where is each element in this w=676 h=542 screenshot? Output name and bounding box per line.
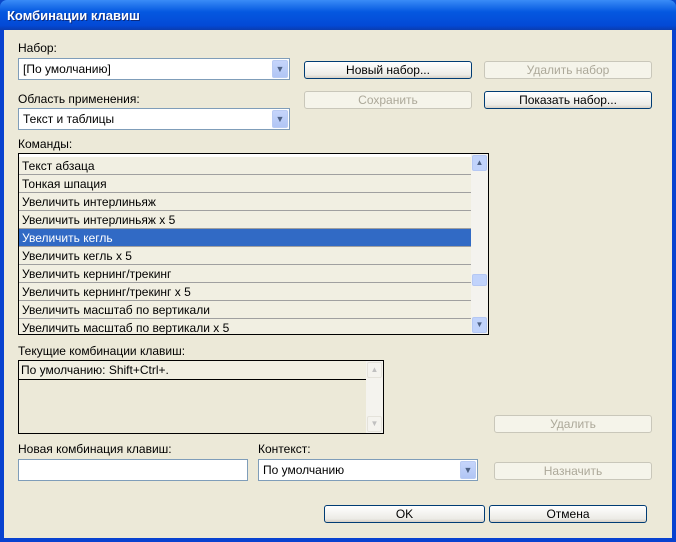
chevron-down-icon[interactable]: ▼	[460, 461, 476, 479]
assign-button[interactable]: Назначить	[494, 462, 652, 480]
list-item[interactable]: Увеличить кегль x 5	[19, 247, 471, 265]
list-item[interactable]: Увеличить масштаб по вертикали	[19, 301, 471, 319]
new-shortcut-label: Новая комбинация клавиш:	[18, 442, 172, 456]
new-shortcut-input[interactable]	[18, 459, 248, 481]
scroll-down-icon[interactable]: ▼	[472, 317, 487, 333]
current-shortcuts-list[interactable]: По умолчанию: Shift+Ctrl+. ▲ ▼	[18, 360, 384, 434]
scroll-up-icon[interactable]: ▲	[367, 362, 382, 378]
current-scrollbar[interactable]: ▲ ▼	[366, 361, 383, 433]
context-combo[interactable]: По умолчанию ▼	[258, 459, 478, 481]
chevron-down-icon[interactable]: ▼	[272, 110, 288, 128]
commands-scrollbar[interactable]: ▲ ▼	[471, 154, 488, 334]
commands-label: Команды:	[18, 137, 73, 151]
set-combo[interactable]: [По умолчанию] ▼	[18, 58, 290, 80]
new-set-button[interactable]: Новый набор...	[304, 61, 472, 79]
scope-label: Область применения:	[18, 92, 140, 106]
scroll-up-icon[interactable]: ▲	[472, 155, 487, 171]
list-item[interactable]: Увеличить интерлиньяж	[19, 193, 471, 211]
list-item[interactable]: Увеличить кернинг/трекинг	[19, 265, 471, 283]
list-item[interactable]: Тонкая шпация	[19, 175, 471, 193]
list-item[interactable]: Увеличить кегль	[19, 229, 471, 247]
show-set-button[interactable]: Показать набор...	[484, 91, 652, 109]
scroll-thumb[interactable]	[472, 274, 487, 286]
title-bar: Комбинации клавиш	[0, 0, 676, 30]
list-item[interactable]: Текст абзаца	[19, 157, 471, 175]
list-item[interactable]: Увеличить кернинг/трекинг x 5	[19, 283, 471, 301]
scroll-down-icon[interactable]: ▼	[367, 416, 382, 432]
cancel-button[interactable]: Отмена	[489, 505, 647, 523]
dialog-window: Комбинации клавиш Набор: [По умолчанию] ▼…	[0, 0, 676, 542]
commands-list[interactable]: Текст абзаца Тонкая шпация Увеличить интер…	[18, 153, 489, 335]
context-value: По умолчанию	[263, 463, 345, 477]
ok-button[interactable]: OK	[324, 505, 485, 523]
current-shortcuts-label: Текущие комбинации клавиш:	[18, 344, 186, 358]
set-label: Набор:	[18, 41, 57, 55]
chevron-down-icon[interactable]: ▼	[272, 60, 288, 78]
set-value: [По умолчанию]	[23, 62, 111, 76]
delete-button[interactable]: Удалить	[494, 415, 652, 433]
list-item[interactable]: Увеличить интерлиньяж x 5	[19, 211, 471, 229]
save-button[interactable]: Сохранить	[304, 91, 472, 109]
list-item[interactable]: Увеличить масштаб по вертикали x 5	[19, 319, 471, 334]
delete-set-button[interactable]: Удалить набор	[484, 61, 652, 79]
scope-value: Текст и таблицы	[23, 112, 115, 126]
list-item[interactable]: По умолчанию: Shift+Ctrl+.	[19, 361, 366, 380]
context-label: Контекст:	[258, 442, 311, 456]
scope-combo[interactable]: Текст и таблицы ▼	[18, 108, 290, 130]
